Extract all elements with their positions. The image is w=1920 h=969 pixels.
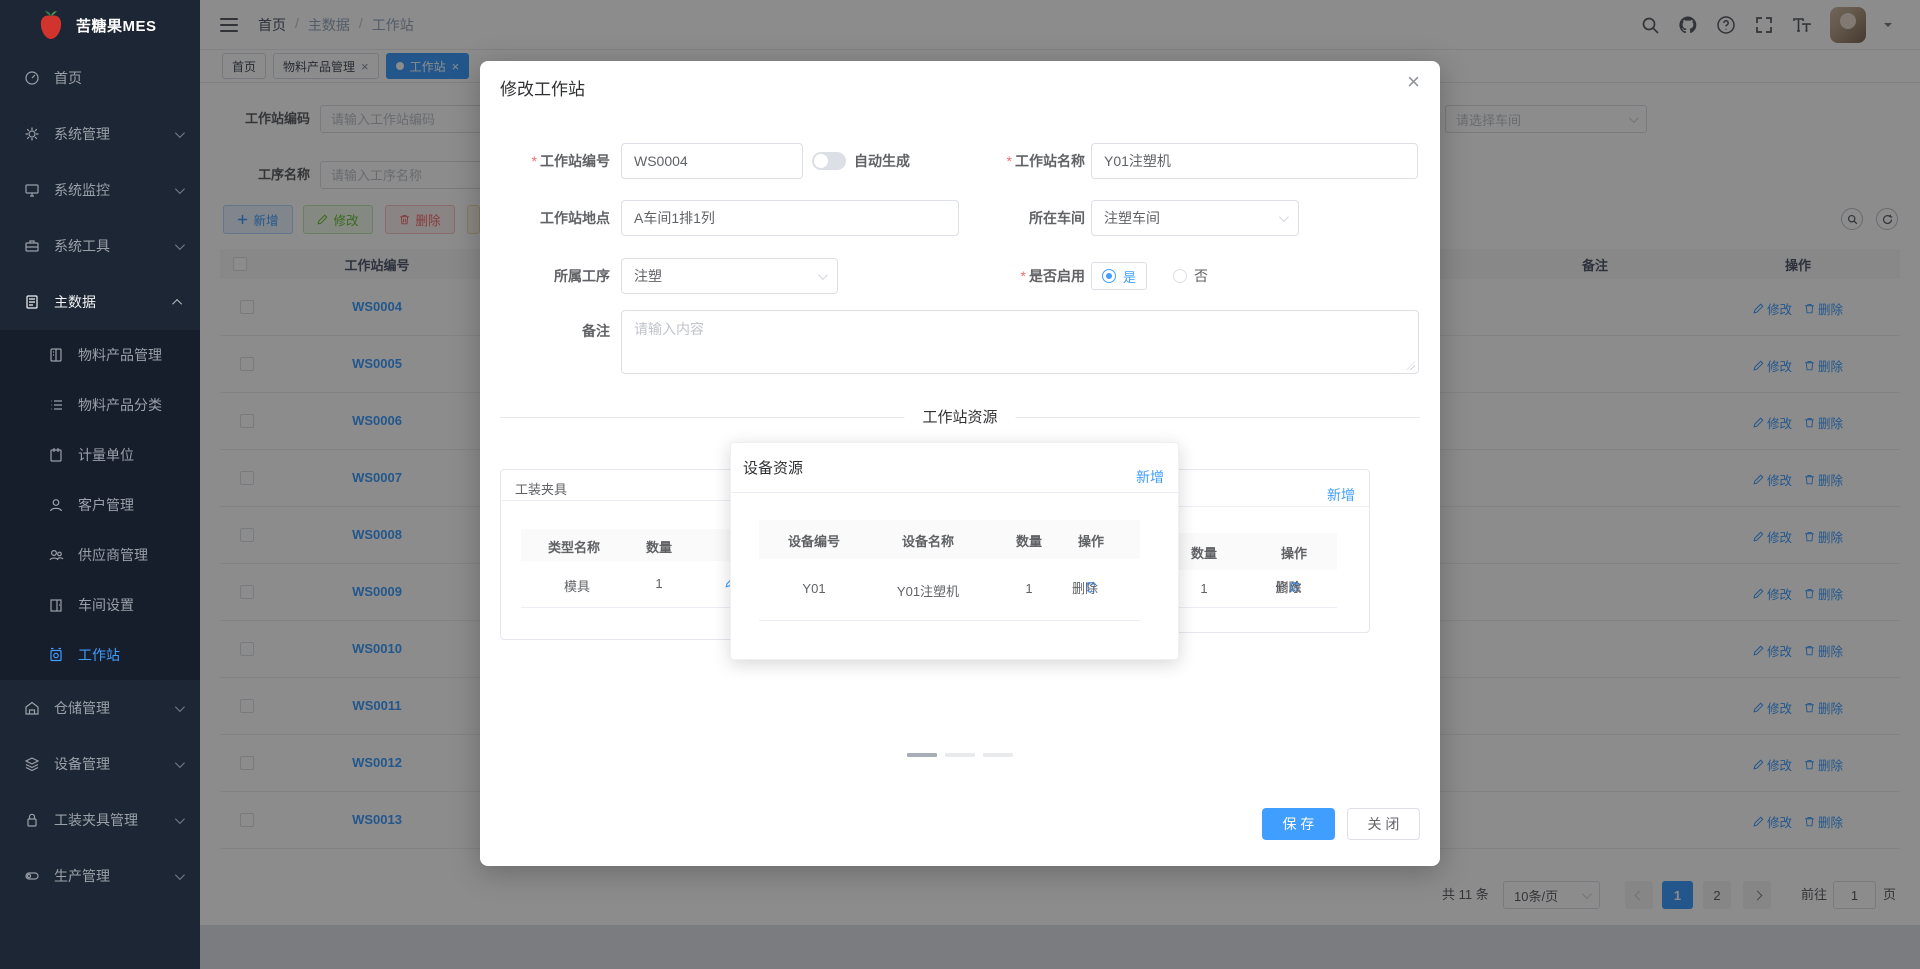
carousel-indicator-3[interactable] (983, 753, 1013, 757)
sidebar-item-客户管理[interactable]: 客户管理 (0, 480, 200, 530)
logo-row: 苦糖果MES (0, 0, 200, 50)
sidebar: 苦糖果MES 首页 系统管理 系统监控 系统工具 主数据 物料产品管理 物料产品分类 计量单位… (0, 0, 200, 969)
labor-delete-link[interactable]: 删除 (1275, 580, 1301, 595)
sidebar-item-设备管理[interactable]: 设备管理 (0, 736, 200, 792)
sidebar-item-首页[interactable]: 首页 (0, 50, 200, 106)
warehouse-icon (25, 701, 39, 715)
fixture-card-title: 工装夹具 (515, 482, 568, 497)
labor-add-link[interactable]: 新增 (1327, 485, 1355, 505)
carousel-indicator-2[interactable] (945, 753, 975, 757)
name-label: * 工作站名称 (1006, 153, 1085, 169)
sidebar-menu: 首页 系统管理 系统监控 系统工具 主数据 物料产品管理 物料产品分类 计量单位 客户管理 供应商… (0, 50, 200, 904)
save-button[interactable]: 保 存 (1262, 808, 1335, 840)
enabled-label: * 是否启用 (1020, 268, 1085, 284)
chevron-icon (174, 183, 185, 194)
supplier-icon (49, 549, 64, 561)
sidebar-item-工作站[interactable]: 工作站 (0, 630, 200, 680)
chevron-icon (174, 813, 185, 824)
chevron-down-icon (1278, 211, 1289, 222)
sidebar-item-车间设置[interactable]: 车间设置 (0, 580, 200, 630)
remark-label: 备注 (582, 323, 610, 339)
device-add-link[interactable]: 新增 (1136, 467, 1164, 487)
device-resources-popup: 设备资源 新增 设备编号 设备名称 数量 操作 Y01 Y01注塑机 1 删除 (730, 442, 1179, 660)
chevron-icon (174, 127, 185, 138)
device-table-row: Y01 Y01注塑机 1 删除 (759, 559, 1140, 621)
workshop-dialog-select[interactable]: 注塑车间 (1091, 200, 1299, 236)
device-delete-link[interactable]: 删除 (1072, 581, 1098, 596)
chevron-icon (174, 757, 185, 768)
resources-divider: 工作站资源 (500, 408, 1420, 428)
fixture-icon (27, 813, 37, 827)
code-label: * 工作站编号 (531, 153, 610, 169)
carousel-indicators (907, 753, 1013, 757)
remark-textarea[interactable]: 请输入内容 (621, 310, 1419, 374)
enabled-no-radio[interactable]: 否 (1173, 266, 1208, 286)
material-icon (50, 348, 62, 362)
sidebar-item-物料产品分类[interactable]: 物料产品分类 (0, 380, 200, 430)
app-title: 苦糖果MES (76, 17, 157, 35)
sidebar-item-系统管理[interactable]: 系统管理 (0, 106, 200, 162)
workshop-icon (50, 599, 62, 612)
resize-grip[interactable] (1406, 361, 1415, 370)
sidebar-item-系统监控[interactable]: 系统监控 (0, 162, 200, 218)
app-root: 苦糖果MES 首页 系统管理 系统监控 系统工具 主数据 物料产品管理 物料产品分类 计量单位… (0, 0, 1920, 969)
device-card-title: 设备资源 (743, 460, 804, 477)
chevron-down-icon (817, 269, 828, 280)
sidebar-item-仓储管理[interactable]: 仓储管理 (0, 680, 200, 736)
sidebar-item-系统工具[interactable]: 系统工具 (0, 218, 200, 274)
dialog-title: 修改工作站 (500, 80, 585, 99)
sidebar-submenu: 物料产品管理 物料产品分类 计量单位 客户管理 供应商管理 车间设置 工作站 (0, 330, 200, 680)
workshop-label: 所在车间 (1029, 210, 1085, 226)
close-button[interactable]: 关 闭 (1347, 808, 1420, 840)
document-icon (26, 295, 38, 309)
location-label: 工作站地点 (540, 210, 610, 226)
carousel-indicator-1[interactable] (907, 753, 937, 757)
sidebar-item-生产管理[interactable]: 生产管理 (0, 848, 200, 904)
sidebar-item-计量单位[interactable]: 计量单位 (0, 430, 200, 480)
close-icon[interactable]: × (1407, 71, 1420, 93)
device-icon (24, 757, 40, 772)
category-icon (51, 400, 62, 410)
edit-workstation-dialog: 修改工作站 × *工作站编号 自动生成 *工作站名称 工作站地点 所在车间 注塑… (480, 61, 1440, 866)
dashboard-icon (25, 71, 39, 85)
name-input[interactable] (1091, 143, 1418, 179)
process-label: 所属工序 (554, 268, 610, 284)
chevron-icon (174, 239, 185, 250)
production-icon (25, 872, 39, 880)
chevron-icon (174, 701, 185, 712)
sidebar-item-供应商管理[interactable]: 供应商管理 (0, 530, 200, 580)
customer-icon (49, 499, 63, 512)
workstation-icon (50, 647, 62, 662)
gear-icon (25, 127, 39, 141)
code-input[interactable] (621, 143, 803, 179)
app-logo-icon (36, 9, 66, 41)
sidebar-item-主数据[interactable]: 主数据 (0, 274, 200, 330)
process-select[interactable]: 注塑 (621, 258, 838, 294)
unit-icon (50, 448, 62, 462)
chevron-icon (174, 869, 185, 880)
auto-generate-toggle[interactable] (812, 152, 846, 170)
monitor-icon (25, 184, 39, 197)
toolbox-icon (25, 240, 39, 252)
sidebar-item-物料产品管理[interactable]: 物料产品管理 (0, 330, 200, 380)
device-table-header: 设备编号 设备名称 数量 操作 (759, 520, 1140, 559)
sidebar-item-工装夹具管理[interactable]: 工装夹具管理 (0, 792, 200, 848)
enabled-yes-radio[interactable]: 是 (1091, 262, 1148, 290)
